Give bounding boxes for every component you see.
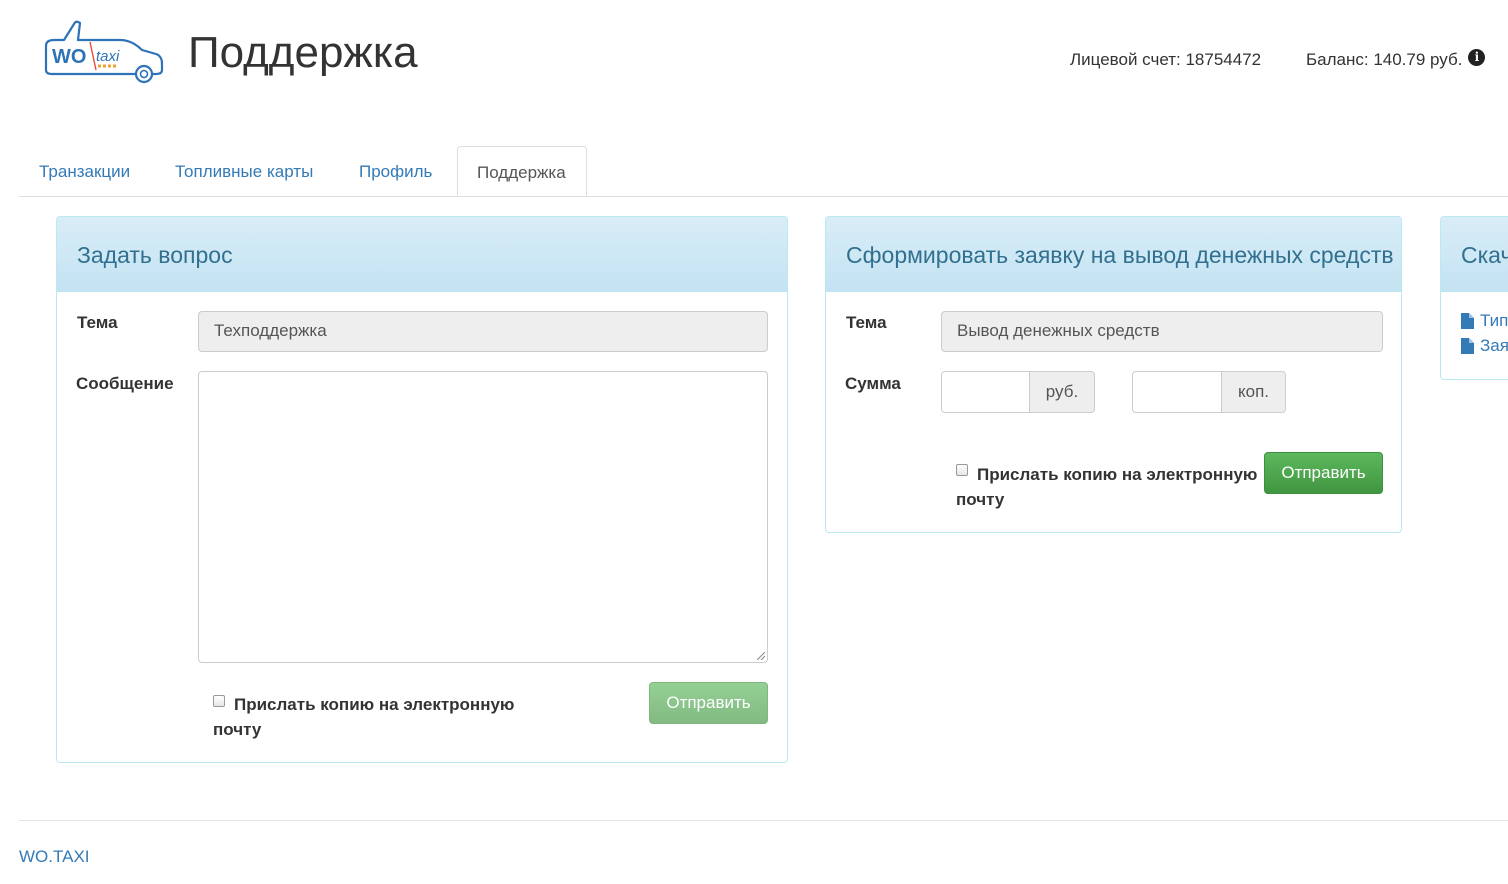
message-textarea[interactable] (198, 371, 768, 663)
kop-addon: коп. (1222, 371, 1286, 413)
tab-support[interactable]: Поддержка (457, 146, 587, 196)
balance: Баланс: 140.79 руб. i (1306, 48, 1486, 70)
ask-copy-label-line2: почту (213, 720, 262, 739)
ask-question-title: Задать вопрос (57, 217, 787, 292)
withdraw-copy-label-line2: почту (956, 490, 1005, 509)
wo-taxi-logo[interactable]: WO taxi (40, 18, 164, 86)
resize-handle-icon[interactable] (757, 652, 765, 660)
withdraw-copy-checkbox[interactable] (956, 464, 968, 476)
topic-field[interactable]: Техподдержка (198, 311, 768, 352)
amount-label: Сумма (845, 374, 901, 393)
file-icon (1461, 338, 1474, 354)
ask-copy-label-line1: Прислать копию на электронную (234, 695, 515, 714)
topic-label: Тема (77, 313, 118, 332)
kop-input[interactable] (1132, 371, 1222, 413)
file-icon (1461, 313, 1474, 329)
download-panel: Скачать Типовой договор Заявление (1440, 216, 1508, 380)
logo-wo-text: WO (52, 46, 87, 68)
footer-home-link[interactable]: WO.TAXI (19, 847, 90, 867)
download-title: Скачать (1441, 217, 1508, 292)
download-link-contract[interactable]: Типовой договор (1461, 311, 1508, 331)
message-label: Сообщение (76, 374, 174, 393)
tab-profile[interactable]: Профиль (340, 146, 451, 196)
withdraw-topic-field[interactable]: Вывод денежных средств (941, 311, 1383, 352)
download-panel-clip: Скачать Типовой договор Заявление (1440, 216, 1508, 380)
tab-fuel-cards[interactable]: Топливные карты (156, 146, 332, 196)
tabs-divider (19, 196, 1508, 197)
ask-copy-checkbox[interactable] (213, 695, 225, 707)
withdraw-submit-button[interactable]: Отправить (1264, 452, 1383, 494)
download-link-application-label: Заявление (1480, 336, 1508, 355)
ask-submit-button[interactable]: Отправить (649, 682, 768, 724)
download-link-contract-label: Типовой договор (1480, 311, 1508, 330)
rub-input[interactable] (941, 371, 1030, 413)
balance-text: Баланс: 140.79 руб. (1306, 50, 1463, 69)
footer-divider (19, 820, 1508, 821)
page-title: Поддержка (188, 28, 418, 77)
rub-addon: руб. (1030, 371, 1095, 413)
download-link-application[interactable]: Заявление (1461, 336, 1508, 356)
info-icon[interactable]: i (1468, 48, 1486, 66)
logo-taxi-text: taxi (96, 48, 120, 65)
withdraw-title: Сформировать заявку на вывод денежных ср… (826, 217, 1401, 292)
tab-transactions[interactable]: Транзакции (20, 146, 149, 196)
withdraw-copy-label-line1: Прислать копию на электронную (977, 465, 1258, 484)
account-number: Лицевой счет: 18754472 (1070, 50, 1262, 69)
withdraw-topic-label: Тема (846, 313, 887, 332)
